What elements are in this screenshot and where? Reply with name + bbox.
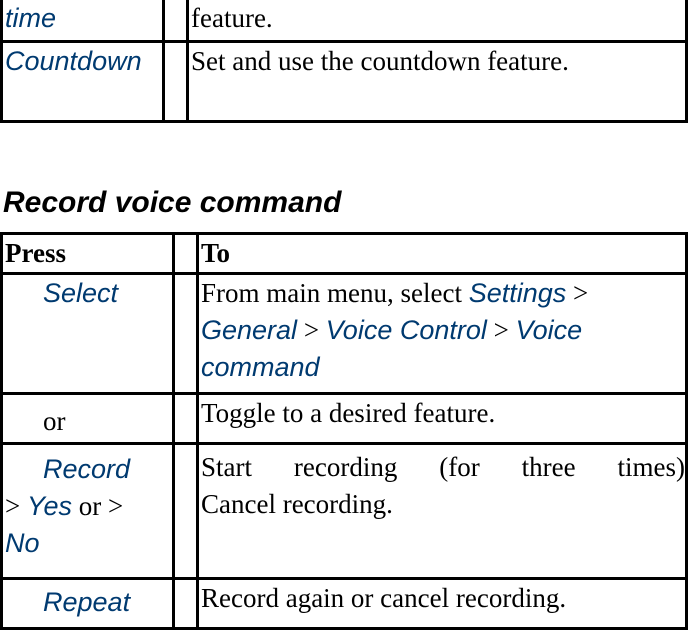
table-row: time feature. bbox=[0, 0, 688, 43]
desc-cell: Record again or cancel recording. bbox=[196, 577, 688, 630]
table-row: Repeat Record again or cancel recording. bbox=[0, 577, 688, 630]
table-row: Countdown Set and use the countdown feat… bbox=[0, 40, 688, 123]
keyword: Yes bbox=[26, 491, 73, 521]
keyword: Repeat bbox=[43, 587, 131, 617]
keyword: General bbox=[201, 315, 298, 345]
separator: > bbox=[5, 491, 27, 521]
spacer-cell bbox=[172, 442, 199, 580]
section-title: Record voice command bbox=[3, 186, 342, 219]
spacer-cell bbox=[172, 392, 199, 445]
text: From main menu, select bbox=[201, 278, 469, 308]
feature-desc: Set and use the countdown feature. bbox=[186, 40, 688, 123]
record-voice-command-table: Press To Select From main menu, select S… bbox=[0, 232, 688, 630]
header-press: Press bbox=[0, 232, 175, 275]
spacer-cell bbox=[172, 272, 199, 395]
desc-cell: From main menu, select Settings > Genera… bbox=[196, 272, 688, 395]
text: Start recording (for three times) bbox=[201, 452, 685, 482]
press-cell: Record > Yes or > No bbox=[0, 442, 175, 580]
spacer-cell bbox=[172, 232, 199, 275]
spacer-cell bbox=[172, 577, 199, 630]
keyword: Settings bbox=[468, 278, 567, 308]
separator: > bbox=[486, 315, 516, 345]
keyword: Countdown bbox=[5, 46, 142, 76]
table-row: Select From main menu, select Settings >… bbox=[0, 272, 688, 395]
keyword: Voice Control bbox=[325, 315, 487, 345]
desc-cell: Toggle to a desired feature. bbox=[196, 392, 688, 445]
spacer-cell bbox=[162, 0, 189, 43]
spacer-cell bbox=[162, 40, 189, 123]
keyword: No bbox=[5, 528, 40, 558]
feature-key: time bbox=[0, 0, 165, 43]
table-row: or Toggle to a desired feature. bbox=[0, 392, 688, 445]
text: Cancel recording. bbox=[201, 489, 393, 519]
separator: > bbox=[566, 278, 589, 308]
press-cell: Select bbox=[0, 272, 175, 395]
press-cell: or bbox=[0, 392, 175, 445]
keyword: Select bbox=[43, 278, 119, 308]
keyword: Record bbox=[43, 454, 131, 484]
press-cell: Repeat bbox=[0, 577, 175, 630]
table-row: Record > Yes or > No Start recording (for… bbox=[0, 442, 688, 580]
feature-desc: feature. bbox=[186, 0, 688, 43]
header-to: To bbox=[196, 232, 688, 275]
features-table-continued: time feature. Countdown Set and use the … bbox=[0, 0, 688, 123]
separator: > bbox=[297, 315, 326, 345]
table-header-row: Press To bbox=[0, 232, 688, 275]
desc-cell: Start recording (for three times) Cancel … bbox=[196, 442, 688, 580]
feature-key: Countdown bbox=[0, 40, 165, 123]
keyword: time bbox=[5, 3, 57, 33]
text: or > bbox=[72, 491, 124, 521]
